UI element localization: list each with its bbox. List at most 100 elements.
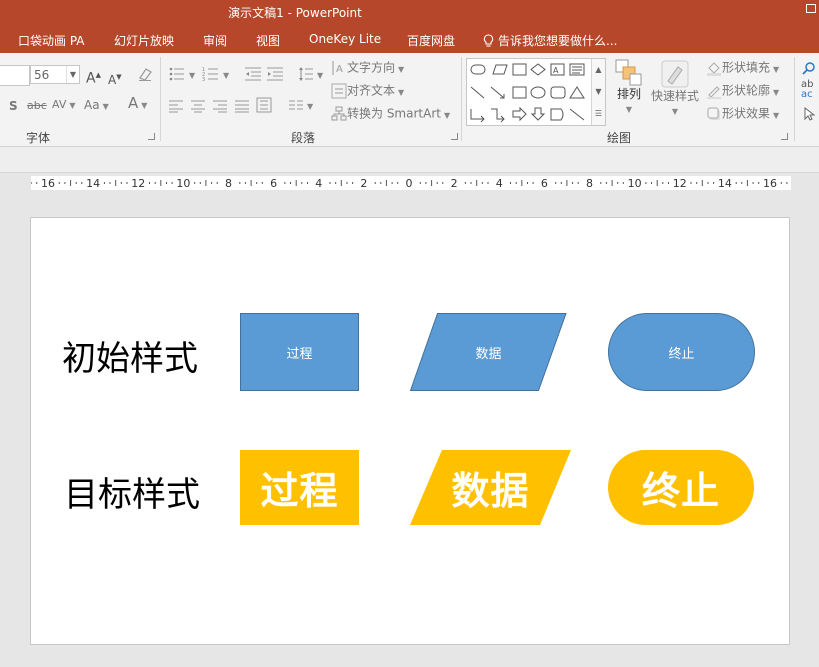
ruler-label: 12	[131, 177, 145, 190]
char-spacing-label: AV	[52, 98, 67, 111]
cursor-icon	[804, 106, 815, 121]
quick-styles-icon	[661, 60, 689, 88]
separator	[160, 57, 161, 141]
paragraph-group-label: 段落	[291, 131, 316, 145]
smartart-icon	[331, 106, 347, 121]
shrink-font-label: A	[108, 73, 117, 87]
columns-button[interactable]: ▼	[288, 98, 313, 114]
text-direction-icon: A	[332, 61, 343, 75]
grow-font-button[interactable]: A▲	[86, 68, 101, 86]
initial-process-shape[interactable]: 过程	[240, 313, 359, 391]
tell-me-text: 告诉我您想要做什么...	[498, 34, 618, 48]
strikethrough-button[interactable]: abc	[27, 99, 47, 113]
initial-style-label[interactable]: 初始样式	[62, 331, 198, 380]
gallery-scrollbar[interactable]: ▲ ▼ ☰	[591, 59, 605, 125]
ruler-label: 6	[541, 177, 548, 190]
shape-outline-label: 形状轮廓	[722, 83, 771, 98]
initial-data-shape[interactable]: 数据	[409, 313, 567, 391]
slide-canvas[interactable]: 初始样式 目标样式 过程 数据 终止 过程 数据 终止	[30, 217, 790, 645]
tell-me-box[interactable]: 告诉我您想要做什么...	[483, 32, 617, 49]
clear-format-button[interactable]	[137, 66, 153, 82]
align-center-button[interactable]	[190, 98, 206, 113]
shape-fill-button[interactable]: 形状填充 ▼	[706, 60, 779, 77]
shapes-gallery[interactable]: A ▲ ▼ ☰	[466, 58, 606, 126]
distributed-icon	[256, 97, 272, 113]
target-process-shape[interactable]: 过程	[240, 450, 359, 525]
justify-button[interactable]	[234, 98, 250, 113]
ribbon: 56 ▼ A▲ A▼ S abc AV ▼ Aa ▼ A ▼ 字体 ▼ 1 2 3 ▼ ▼ …	[0, 53, 819, 147]
tab-view[interactable]: 视图	[256, 32, 280, 49]
paint-bucket-icon	[707, 62, 721, 76]
shape-effects-icon	[707, 107, 720, 120]
text-direction-label: 文字方向	[347, 60, 396, 75]
gallery-more-icon[interactable]: ☰	[592, 103, 605, 125]
initial-terminator-shape[interactable]: 终止	[608, 313, 755, 391]
align-text-icon	[331, 83, 347, 99]
shapes-gallery-icons: A	[470, 63, 585, 123]
replace-button[interactable]: ab ac	[801, 80, 813, 100]
horizontal-ruler[interactable]: 16 14 12 10 8 6 4 2 0 2 4 6 8 10 12 14 16	[31, 176, 791, 190]
align-left-button[interactable]	[168, 98, 184, 113]
shape-fill-label: 形状填充	[722, 60, 771, 75]
find-button[interactable]	[802, 60, 816, 75]
search-icon	[802, 61, 815, 75]
svg-text:A: A	[336, 64, 343, 75]
gallery-up-icon[interactable]: ▲	[592, 59, 605, 81]
target-terminator-shape[interactable]: 终止	[608, 450, 754, 525]
char-spacing-button[interactable]: AV ▼	[52, 98, 76, 113]
target-style-label[interactable]: 目标样式	[64, 467, 200, 516]
grow-font-label: A	[86, 70, 96, 87]
numbered-list-icon: 123	[202, 67, 218, 82]
target-data-shape[interactable]: 数据	[410, 450, 571, 525]
quick-styles-button[interactable]: 快速样式 ▼	[651, 59, 699, 119]
quick-styles-label: 快速样式	[651, 89, 700, 103]
font-size-input[interactable]: 56 ▼	[30, 65, 80, 84]
drawing-dialog-launcher-icon[interactable]	[781, 133, 788, 140]
drawing-group-label: 绘图	[607, 131, 632, 145]
distributed-button[interactable]	[256, 97, 272, 113]
align-center-icon	[191, 100, 205, 112]
align-right-button[interactable]	[212, 98, 228, 113]
tab-baidu-netdisk[interactable]: 百度网盘	[407, 32, 455, 49]
tab-pocket-animation[interactable]: 口袋动画 PA	[18, 32, 85, 49]
paragraph-dialog-launcher-icon[interactable]	[451, 133, 458, 140]
align-text-button[interactable]: 对齐文本 ▼	[331, 83, 404, 100]
ruler-label: 4	[315, 177, 322, 190]
justify-icon	[235, 100, 249, 112]
window-title: 演示文稿1 - PowerPoint	[228, 6, 362, 20]
tab-review[interactable]: 审阅	[203, 32, 227, 49]
ribbon-tabs: 口袋动画 PA 幻灯片放映 审阅 视图 OneKey Lite 百度网盘 告诉我…	[0, 26, 819, 53]
font-size-dropdown-icon[interactable]: ▼	[66, 66, 79, 83]
tab-onekey-lite[interactable]: OneKey Lite	[309, 32, 381, 46]
font-color-label: A	[128, 94, 139, 112]
gallery-down-icon[interactable]: ▼	[592, 81, 605, 103]
decrease-indent-button[interactable]	[244, 66, 262, 82]
target-process-text: 过程	[260, 469, 339, 513]
ruler-label: 10	[628, 177, 642, 190]
shrink-font-button[interactable]: A▼	[108, 70, 122, 87]
select-button[interactable]	[803, 106, 815, 121]
arrange-button[interactable]: 排列 ▼	[614, 59, 644, 117]
title-bar: 演示文稿1 - PowerPoint	[0, 0, 819, 26]
font-dialog-launcher-icon[interactable]	[148, 133, 155, 140]
shape-effects-button[interactable]: 形状效果 ▼	[706, 106, 779, 123]
ruler-label: 10	[176, 177, 190, 190]
ruler-label: 2	[360, 177, 367, 190]
bullets-button[interactable]: ▼	[168, 66, 195, 83]
ruler-ticks: 16 14 12 10 8 6 4 2 0 2 4 6 8 10 12 14 16	[31, 177, 788, 190]
shape-outline-button[interactable]: 形状轮廓 ▼	[706, 83, 779, 100]
text-direction-button[interactable]: A 文字方向 ▼	[331, 60, 404, 77]
text-shadow-button[interactable]: S	[9, 99, 18, 113]
convert-smartart-button[interactable]: 转换为 SmartArt ▼	[331, 106, 450, 123]
font-name-input[interactable]	[0, 65, 30, 86]
numbering-button[interactable]: 1 2 3 ▼	[202, 66, 229, 83]
bullet-list-icon	[169, 67, 184, 81]
target-data-text: 数据	[451, 469, 530, 513]
tab-slideshow[interactable]: 幻灯片放映	[114, 32, 174, 49]
restore-window-icon[interactable]	[806, 4, 816, 13]
decrease-indent-icon	[245, 67, 261, 81]
line-spacing-button[interactable]: ▼	[298, 66, 323, 83]
font-color-button[interactable]: A ▼	[128, 96, 147, 113]
change-case-button[interactable]: Aa ▼	[84, 98, 109, 114]
increase-indent-button[interactable]	[266, 66, 284, 82]
